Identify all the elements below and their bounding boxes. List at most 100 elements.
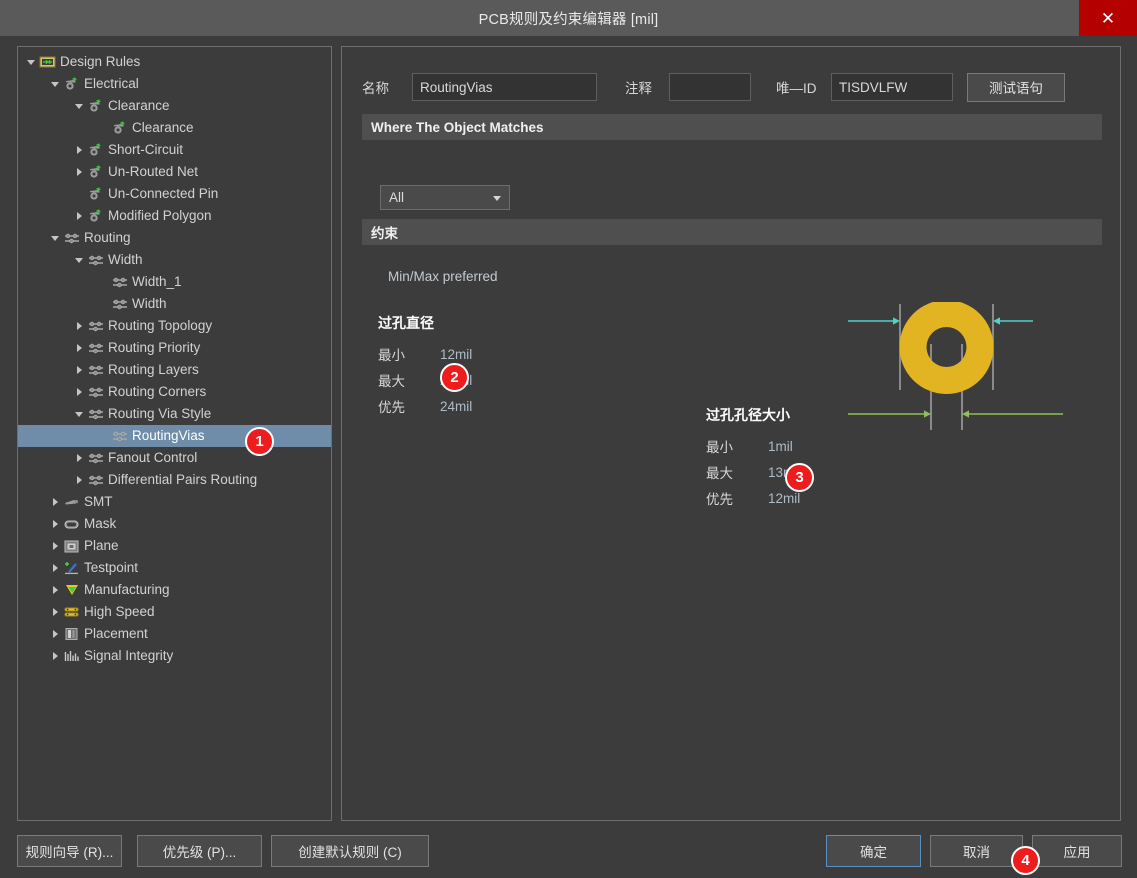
tree-item-clearance[interactable]: Clearance: [18, 95, 331, 117]
tree-item-width[interactable]: Width: [18, 249, 331, 271]
tree-item-label: Signal Integrity: [84, 648, 174, 664]
tree-item-label: Placement: [84, 626, 148, 642]
via-hole-min-label: 最小: [706, 440, 733, 455]
chevron-down-icon: [72, 249, 86, 271]
chevron-right-icon: [48, 513, 62, 535]
tree-item-label: High Speed: [84, 604, 155, 620]
via-hole-min-row[interactable]: 最小 1mil: [706, 433, 800, 459]
routing-icon: [86, 383, 106, 401]
chevron-down-icon: [72, 403, 86, 425]
tree-item-width-1[interactable]: Width_1: [18, 271, 331, 293]
chevron-right-icon: [48, 601, 62, 623]
tree-item-placement[interactable]: Placement: [18, 623, 331, 645]
tree-item-width[interactable]: Width: [18, 293, 331, 315]
electrical-icon: [86, 207, 106, 225]
where-object-matches-header: Where The Object Matches: [362, 114, 1102, 140]
via-hole-size-title: 过孔孔径大小: [706, 407, 790, 423]
signal-integrity-icon: [62, 647, 82, 665]
electrical-icon: [86, 97, 106, 115]
tree-item-modified-polygon[interactable]: Modified Polygon: [18, 205, 331, 227]
tree-item-label: Routing: [84, 230, 131, 246]
scope-select[interactable]: All: [380, 185, 510, 210]
via-diameter-preferred-row[interactable]: 优先 24mil: [378, 393, 472, 419]
tree-item-clearance[interactable]: Clearance: [18, 117, 331, 139]
tree-item-high-speed[interactable]: High Speed: [18, 601, 331, 623]
tree-item-label: Routing Corners: [108, 384, 207, 400]
design-rules-folder-icon: [38, 53, 58, 71]
routing-icon: [86, 405, 106, 423]
tree-item-routing-via-style[interactable]: Routing Via Style: [18, 403, 331, 425]
tree-item-label: Design Rules: [60, 54, 141, 70]
tree-item-electrical[interactable]: Electrical: [18, 73, 331, 95]
rule-header-form: 名称 注释 唯—ID 测试语句: [342, 71, 1120, 103]
tree-item-label: Clearance: [132, 120, 194, 136]
mask-icon: [62, 515, 82, 533]
annotation-badge-2: 2: [440, 363, 469, 392]
routing-icon: [110, 295, 130, 313]
footer-button-bar: 规则向导 (R)... 优先级 (P)... 创建默认规则 (C) 确定 取消 …: [0, 831, 1137, 878]
tree-item-label: Un-Routed Net: [108, 164, 199, 180]
chevron-right-icon: [48, 645, 62, 667]
tree-item-label: Mask: [84, 516, 117, 532]
chevron-right-icon: [72, 139, 86, 161]
via-hole-min-value[interactable]: 1mil: [768, 439, 793, 454]
priority-button[interactable]: 优先级 (P)...: [137, 835, 262, 867]
tree-item-label: Modified Polygon: [108, 208, 212, 224]
create-default-rules-button[interactable]: 创建默认规则 (C): [271, 835, 429, 867]
tree-item-differential-pairs-routing[interactable]: Differential Pairs Routing: [18, 469, 331, 491]
tree-item-routing-corners[interactable]: Routing Corners: [18, 381, 331, 403]
tree-item-routing[interactable]: Routing: [18, 227, 331, 249]
placement-icon: [62, 625, 82, 643]
tree-item-routing-topology[interactable]: Routing Topology: [18, 315, 331, 337]
test-query-button[interactable]: 测试语句: [967, 72, 1065, 102]
close-button[interactable]: ✕: [1079, 0, 1137, 36]
via-hole-preferred-value[interactable]: 12mil: [768, 491, 800, 506]
tree-item-routing-layers[interactable]: Routing Layers: [18, 359, 331, 381]
via-diameter-min-value[interactable]: 12mil: [440, 347, 472, 362]
tree-item-design-rules[interactable]: Design Rules: [18, 51, 331, 73]
apply-button[interactable]: 应用: [1032, 835, 1122, 867]
comment-input[interactable]: [669, 73, 751, 101]
tree-item-un-routed-net[interactable]: Un-Routed Net: [18, 161, 331, 183]
chevron-right-icon: [48, 623, 62, 645]
via-hole-preferred-label: 优先: [706, 492, 733, 507]
cancel-button[interactable]: 取消: [930, 835, 1023, 867]
tree-item-signal-integrity[interactable]: Signal Integrity: [18, 645, 331, 667]
name-input[interactable]: [412, 73, 597, 101]
electrical-icon: [86, 163, 106, 181]
design-rules-tree-panel[interactable]: Design Rules Electrical Clearance Clearance…: [17, 46, 332, 821]
ok-button[interactable]: 确定: [826, 835, 921, 867]
tree-item-routing-priority[interactable]: Routing Priority: [18, 337, 331, 359]
tree-item-testpoint[interactable]: Testpoint: [18, 557, 331, 579]
tree-item-mask[interactable]: Mask: [18, 513, 331, 535]
chevron-down-icon: [72, 95, 86, 117]
chevron-down-icon: [24, 51, 38, 73]
electrical-icon: [110, 119, 130, 137]
annotation-badge-1: 1: [245, 427, 274, 456]
routing-icon: [86, 471, 106, 489]
title-bar: PCB规则及约束编辑器 [mil] ✕: [0, 0, 1137, 36]
chevron-right-icon: [48, 557, 62, 579]
tree-item-label: Routing Layers: [108, 362, 199, 378]
unique-id-label: 唯—ID: [776, 81, 817, 96]
tree-item-label: Differential Pairs Routing: [108, 472, 258, 488]
unique-id-input[interactable]: [831, 73, 953, 101]
annotation-badge-3: 3: [785, 463, 814, 492]
tree-item-un-connected-pin[interactable]: Un-Connected Pin: [18, 183, 331, 205]
window-title: PCB规则及约束编辑器 [mil]: [478, 11, 659, 28]
chevron-right-icon: [72, 315, 86, 337]
tree-item-short-circuit[interactable]: Short-Circuit: [18, 139, 331, 161]
tree-item-label: Clearance: [108, 98, 170, 114]
tree-item-manufacturing[interactable]: Manufacturing: [18, 579, 331, 601]
tree-item-label: Routing Priority: [108, 340, 201, 356]
tree-item-fanout-control[interactable]: Fanout Control: [18, 447, 331, 469]
tree-item-smt[interactable]: SMT: [18, 491, 331, 513]
via-diameter-preferred-value[interactable]: 24mil: [440, 399, 472, 414]
rule-wizard-button[interactable]: 规则向导 (R)...: [17, 835, 122, 867]
tree-item-plane[interactable]: Plane: [18, 535, 331, 557]
via-hole-preferred-row[interactable]: 优先 12mil: [706, 485, 800, 511]
tree-item-routingvias[interactable]: RoutingVias: [18, 425, 331, 447]
